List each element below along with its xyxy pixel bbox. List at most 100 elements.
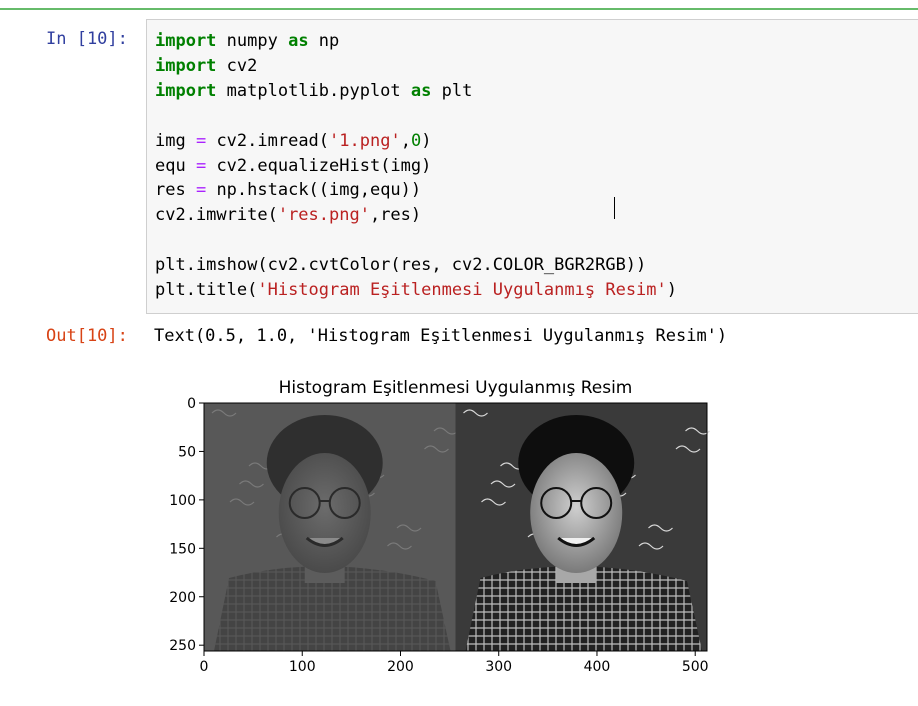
code-token: 0 <box>410 130 422 151</box>
chalk-scribble <box>648 524 673 532</box>
cell-selected-border <box>0 8 918 10</box>
code-token: plt.imshow(cv2.cvtColor(res, cv2.COLOR_B… <box>155 255 647 276</box>
chalk-scribble <box>675 445 701 453</box>
chalk-scribble <box>396 524 422 532</box>
smile-shape <box>557 536 596 547</box>
code-token: equ <box>155 155 196 176</box>
neck-shape <box>556 553 597 583</box>
glasses-left-lens <box>288 487 321 519</box>
x-tick-label: 400 <box>584 659 611 675</box>
code-token: ,res) <box>369 205 422 226</box>
x-tick-label: 0 <box>200 659 209 675</box>
code-token: plt.title( <box>155 280 258 300</box>
code-line: import numpy as np <box>155 29 339 53</box>
code-token: plt <box>431 80 473 101</box>
x-tick-label: 500 <box>682 659 709 675</box>
face-shape <box>278 453 371 573</box>
code-token: img <box>155 130 196 151</box>
chalk-scribble <box>211 409 237 417</box>
glasses-right-lens <box>580 487 613 519</box>
axes-frame <box>203 402 708 652</box>
chalk-scribble <box>285 515 311 523</box>
code-token: numpy <box>216 31 289 51</box>
chalk-scribble <box>463 409 488 417</box>
code-line: plt.title('Histogram Eşitlenmesi Uygulan… <box>155 278 677 302</box>
code-editor[interactable]: import numpy as np import cv2 import matpl… <box>146 19 918 314</box>
code-token: cv2.imread( <box>206 130 330 151</box>
code-token: matplotlib.pyplot <box>216 80 411 101</box>
image-panel-equ <box>455 403 707 651</box>
image-panel-img <box>204 403 456 651</box>
chalk-scribble <box>537 515 562 523</box>
output-prompt: Out[10]: <box>46 326 128 346</box>
code-token: = <box>195 155 207 176</box>
x-tick-label: 300 <box>485 659 512 675</box>
y-tick-label: 100 <box>169 493 196 509</box>
chalk-scribble <box>387 542 412 550</box>
glasses-left-lens <box>540 487 573 519</box>
output-text: Text(0.5, 1.0, 'Histogram Eşitlenmesi Uy… <box>154 326 728 346</box>
chalk-scribble <box>248 462 274 470</box>
neck-shape <box>304 553 345 583</box>
code-token: np.hstack((img,equ)) <box>206 180 432 201</box>
smile-shape <box>305 536 344 547</box>
chalk-scribble <box>481 498 506 506</box>
code-token: as <box>288 31 309 51</box>
code-token: as <box>410 80 432 101</box>
chalk-scribble <box>359 471 385 479</box>
face-shape <box>530 453 623 573</box>
code-token: 'Histogram Eşitlenmesi Uygulanmış Resim' <box>257 280 667 300</box>
hair-shape <box>266 415 383 511</box>
code-token: np <box>308 31 340 51</box>
code-line: import matplotlib.pyplot as plt <box>155 79 472 103</box>
code-line: res = np.hstack((img,equ)) <box>155 178 431 202</box>
x-tick-label: 200 <box>387 659 414 675</box>
code-line: cv2.imwrite('res.png',res) <box>155 203 421 227</box>
code-token: import <box>155 31 217 51</box>
y-tick-label: 200 <box>169 590 196 606</box>
code-token: res <box>155 180 196 201</box>
hair-shape <box>518 415 635 511</box>
shirt-shape <box>214 566 451 651</box>
code-token: , <box>400 130 411 151</box>
chalk-scribble <box>490 480 516 488</box>
code-token: '1.png' <box>329 130 401 151</box>
y-tick-label: 0 <box>187 396 196 412</box>
x-tick-label: 100 <box>289 659 316 675</box>
code-token: = <box>195 130 207 151</box>
y-tick-label: 50 <box>178 444 196 460</box>
chalk-scribble <box>433 427 459 435</box>
code-token: cv2.imwrite( <box>155 205 278 226</box>
text-cursor <box>614 197 615 219</box>
chalk-scribble <box>564 436 590 444</box>
y-tick-label: 250 <box>169 638 196 654</box>
glasses-right-lens <box>328 487 361 519</box>
code-token: cv2 <box>216 55 258 76</box>
chalk-scribble <box>313 436 338 444</box>
chalk-scribble <box>424 445 449 453</box>
code-line: equ = cv2.equalizeHist(img) <box>155 154 431 178</box>
code-token: import <box>155 55 217 76</box>
chalk-scribble <box>601 489 627 497</box>
code-line: plt.imshow(cv2.cvtColor(res, cv2.COLOR_B… <box>155 253 646 277</box>
input-prompt: In [10]: <box>46 29 128 49</box>
code-line: import cv2 <box>155 54 257 78</box>
chalk-scribble <box>574 418 599 426</box>
chalk-scribble <box>350 489 375 497</box>
chalk-scribble <box>527 533 553 541</box>
code-token: import <box>155 80 217 101</box>
y-tick-label: 150 <box>169 541 196 557</box>
chart-title: Histogram Eşitlenmesi Uygulanmış Resim <box>279 378 633 398</box>
chalk-scribble <box>239 480 264 488</box>
code-token: = <box>195 180 207 201</box>
code-token: ) <box>421 130 432 151</box>
chalk-scribble <box>638 542 664 550</box>
code-line: img = cv2.imread('1.png',0) <box>155 129 431 153</box>
shirt-shape <box>465 566 702 651</box>
chalk-scribble <box>685 427 710 435</box>
chalk-scribble <box>276 533 301 541</box>
chalk-scribble <box>611 471 636 479</box>
chalk-scribble <box>322 418 348 426</box>
code-token: cv2.equalizeHist(img) <box>206 155 432 176</box>
chalk-scribble <box>229 498 255 506</box>
